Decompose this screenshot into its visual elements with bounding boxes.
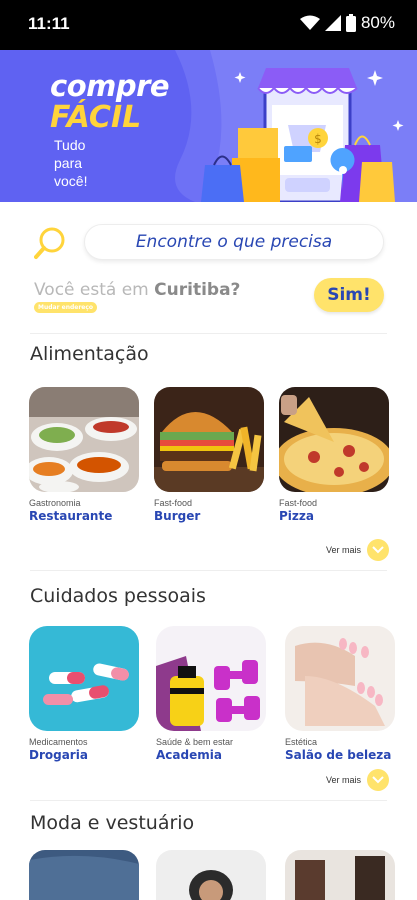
category-card-academia[interactable]: Saúde & bem estar Academia	[156, 626, 266, 762]
card-category: Gastronomia	[29, 498, 81, 508]
banner-title-highlight: FÁCIL	[50, 100, 142, 135]
card-category: Medicamentos	[29, 737, 88, 747]
category-card-burger[interactable]: Fast-food Burger	[154, 387, 264, 523]
wifi-icon	[299, 15, 320, 30]
section-title-fashion: Moda e vestuário	[30, 812, 195, 834]
chevron-down-icon	[367, 539, 389, 561]
banner-title: compre	[50, 69, 170, 103]
card-name: Pizza	[279, 509, 314, 523]
tagline-line: Tudo	[54, 137, 86, 153]
card-name: Burger	[154, 509, 201, 523]
card-name: Academia	[156, 748, 222, 762]
card-category: Fast-food	[279, 498, 318, 508]
change-address-link[interactable]: Mudar endereço	[34, 302, 98, 313]
category-card-fashion-3[interactable]	[285, 850, 395, 900]
signal-icon	[324, 15, 341, 31]
clothing-image	[285, 850, 395, 900]
burger-image	[154, 387, 264, 492]
category-card-fashion-2[interactable]	[156, 850, 266, 900]
banner-tagline: Tudo para você!	[54, 136, 114, 190]
status-time: 11:11	[28, 14, 70, 33]
tagline-line: você!	[54, 173, 88, 189]
search-input[interactable]: Encontre o que precisa	[84, 224, 384, 260]
card-category: Estética	[285, 737, 318, 747]
confirm-location-button[interactable]: Sim!	[314, 278, 384, 312]
see-more-food[interactable]: Ver mais	[326, 539, 389, 561]
status-bar: 11:11 80%	[0, 0, 417, 50]
search-bar: Encontre o que precisa	[30, 222, 390, 262]
location-city: Curitiba?	[154, 280, 241, 300]
category-card-salao-de-beleza[interactable]: Estética Salão de beleza	[285, 626, 395, 762]
battery-icon	[345, 14, 356, 32]
divider	[30, 800, 387, 801]
category-card-restaurante[interactable]: Gastronomia Restaurante	[29, 387, 139, 523]
section-title-personal-care: Cuidados pessoais	[30, 585, 206, 607]
see-more-label: Ver mais	[325, 545, 361, 555]
category-card-pizza[interactable]: Fast-food Pizza	[279, 387, 389, 523]
see-more-label: Ver mais	[325, 775, 361, 785]
restaurant-image	[29, 387, 139, 492]
category-card-drogaria[interactable]: Medicamentos Drogaria	[29, 626, 139, 762]
divider	[30, 333, 387, 334]
see-more-personal-care[interactable]: Ver mais	[326, 769, 389, 791]
category-card-fashion-1[interactable]	[29, 850, 139, 900]
battery-level: 80%	[360, 13, 395, 32]
chevron-down-icon	[367, 769, 389, 791]
location-prompt: Você está em Curitiba? Mudar endereço Si…	[34, 276, 384, 320]
pharmacy-image	[29, 626, 139, 731]
gym-image	[156, 626, 266, 731]
card-name: Restaurante	[29, 509, 113, 523]
svg-text:$: $	[314, 132, 322, 146]
card-name: Drogaria	[29, 748, 88, 762]
location-question: Você está em Curitiba?	[34, 280, 240, 300]
section-title-food: Alimentação	[30, 343, 149, 365]
card-category: Saúde & bem estar	[156, 737, 234, 747]
pizza-image	[279, 387, 389, 492]
location-prefix: Você está em	[34, 280, 155, 300]
denim-image	[29, 850, 139, 900]
promo-banner[interactable]: $ compre FÁCIL Tudo para você!	[0, 50, 417, 202]
divider	[30, 570, 387, 571]
model-image	[156, 850, 266, 900]
card-name: Salão de beleza	[285, 748, 392, 762]
beauty-salon-image	[285, 626, 395, 731]
card-category: Fast-food	[154, 498, 193, 508]
tagline-line: para	[54, 155, 83, 171]
search-icon[interactable]	[34, 226, 68, 260]
status-icons: 80%	[299, 13, 395, 33]
